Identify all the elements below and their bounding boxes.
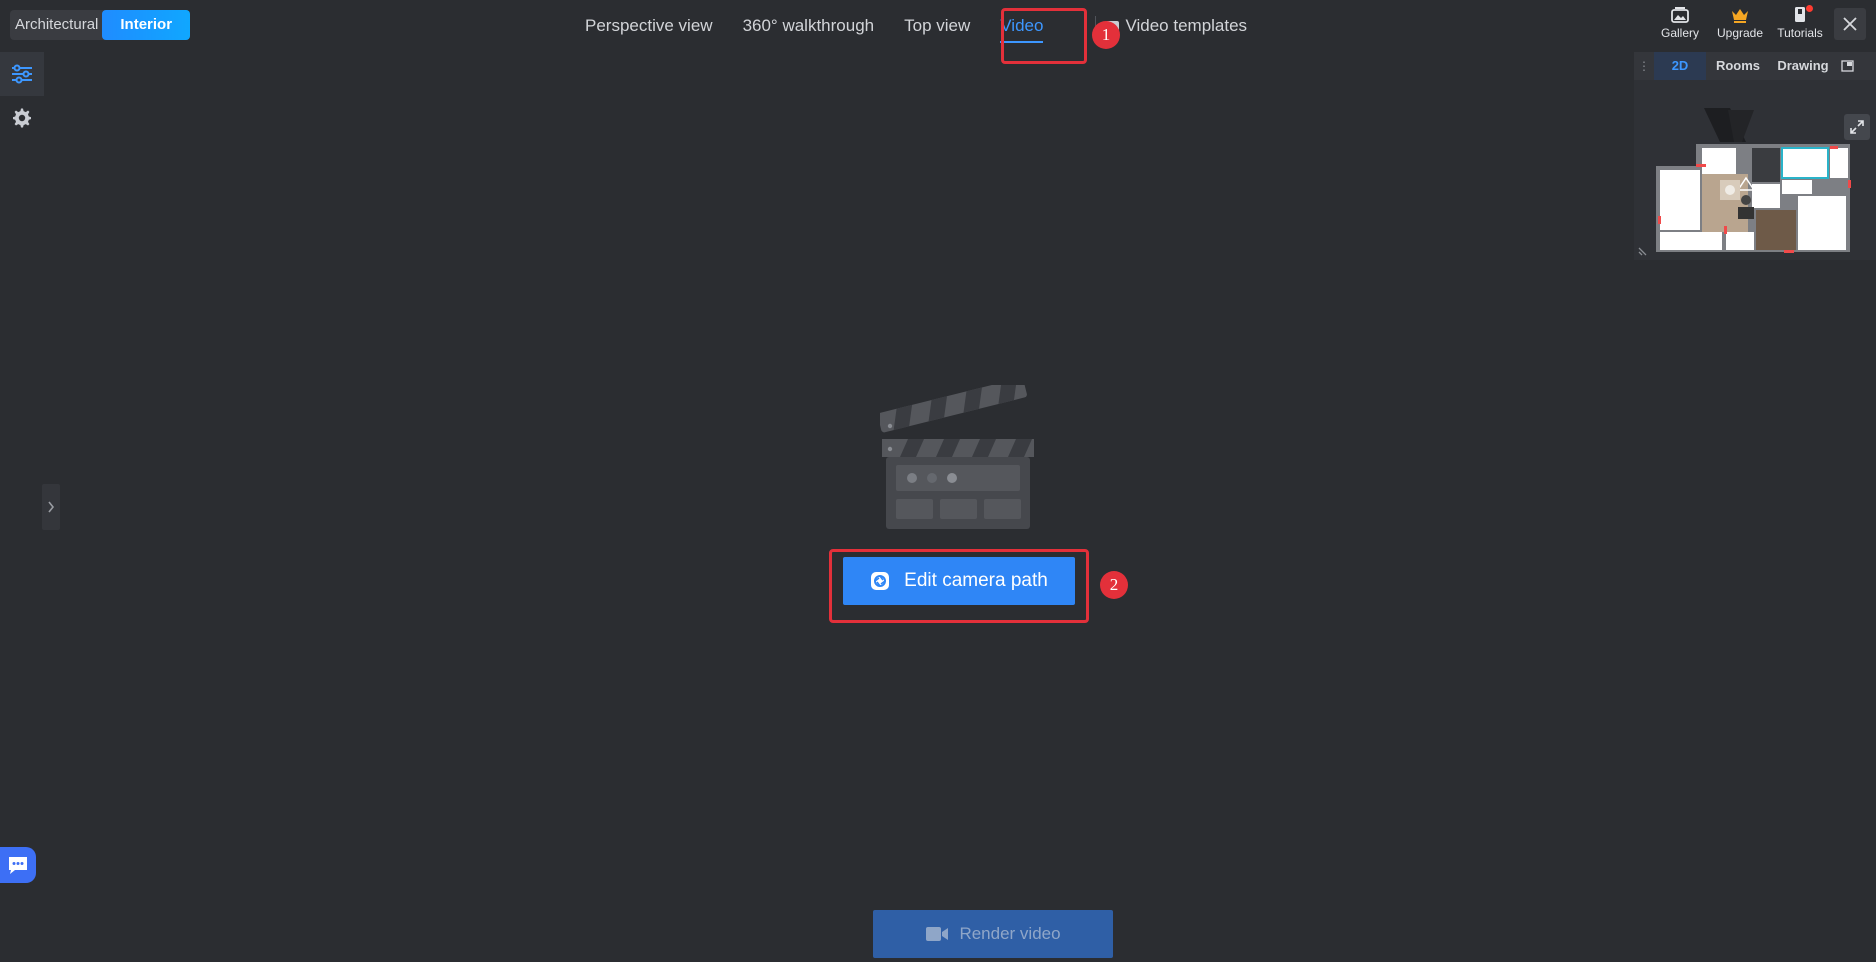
render-video-button[interactable]: Render video [873,910,1113,958]
render-video-label: Render video [959,924,1061,943]
expand-panel-handle[interactable] [42,484,60,530]
minimap-dock-button[interactable] [1836,52,1858,80]
tutorials-button[interactable]: Tutorials [1770,5,1830,40]
highlight-video-tab [1001,8,1087,64]
chat-bubble-icon [9,857,27,874]
resize-corner-icon[interactable] [1638,244,1650,256]
gallery-icon [1671,7,1689,23]
highlight-edit-camera-path [829,549,1089,623]
minimap-tabs: ⋮ 2D Rooms Drawing [1634,52,1876,80]
minimap-expand-button[interactable] [1844,114,1870,140]
minimap-tab-2d[interactable]: 2D [1654,52,1706,80]
chat-button[interactable] [0,847,36,883]
mode-interior[interactable]: Interior [102,10,191,40]
gallery-label: Gallery [1660,26,1699,40]
tab-top-view[interactable]: Top view [904,0,970,52]
gallery-button[interactable]: Gallery [1650,6,1710,40]
step-badge-1: 1 [1092,21,1120,49]
mode-architectural[interactable]: Architectural [10,10,102,40]
minimap-tab-drawing[interactable]: Drawing [1770,52,1836,80]
minimap-panel: ⋮ 2D Rooms Drawing [1634,52,1876,260]
upgrade-button[interactable]: Upgrade [1710,6,1770,40]
expand-arrows-icon [1850,120,1864,134]
notification-dot [1806,5,1813,12]
drag-grip-icon[interactable]: ⋮ [1634,59,1654,73]
view-tabs: Perspective view 360° walkthrough Top vi… [585,0,1247,52]
header-actions: Gallery Upgrade Tutorials [1650,5,1876,40]
chevron-right-icon [48,501,55,513]
settings-tool[interactable] [0,96,44,140]
adjustments-tool[interactable] [0,52,44,96]
minimap-tab-rooms[interactable]: Rooms [1706,52,1770,80]
upgrade-label: Upgrade [1716,26,1764,40]
dock-icon [1840,60,1854,72]
close-button[interactable] [1834,8,1866,40]
video-camera-icon [925,925,949,943]
gear-icon [13,108,31,128]
tab-perspective-view[interactable]: Perspective view [585,0,713,52]
video-templates-button[interactable]: Video templates [1106,16,1247,36]
tutorials-label: Tutorials [1777,26,1823,40]
sliders-icon [12,64,32,84]
video-templates-label: Video templates [1125,16,1248,35]
floor-plan-map[interactable] [1634,80,1876,260]
left-toolbar [0,52,44,140]
mode-toggle: Architectural Interior [10,10,191,40]
tab-360-walkthrough[interactable]: 360° walkthrough [743,0,875,52]
crown-icon [1732,9,1748,23]
step-badge-2: 2 [1100,571,1128,599]
close-icon [1843,17,1857,31]
clapperboard-illustration [880,385,1034,529]
